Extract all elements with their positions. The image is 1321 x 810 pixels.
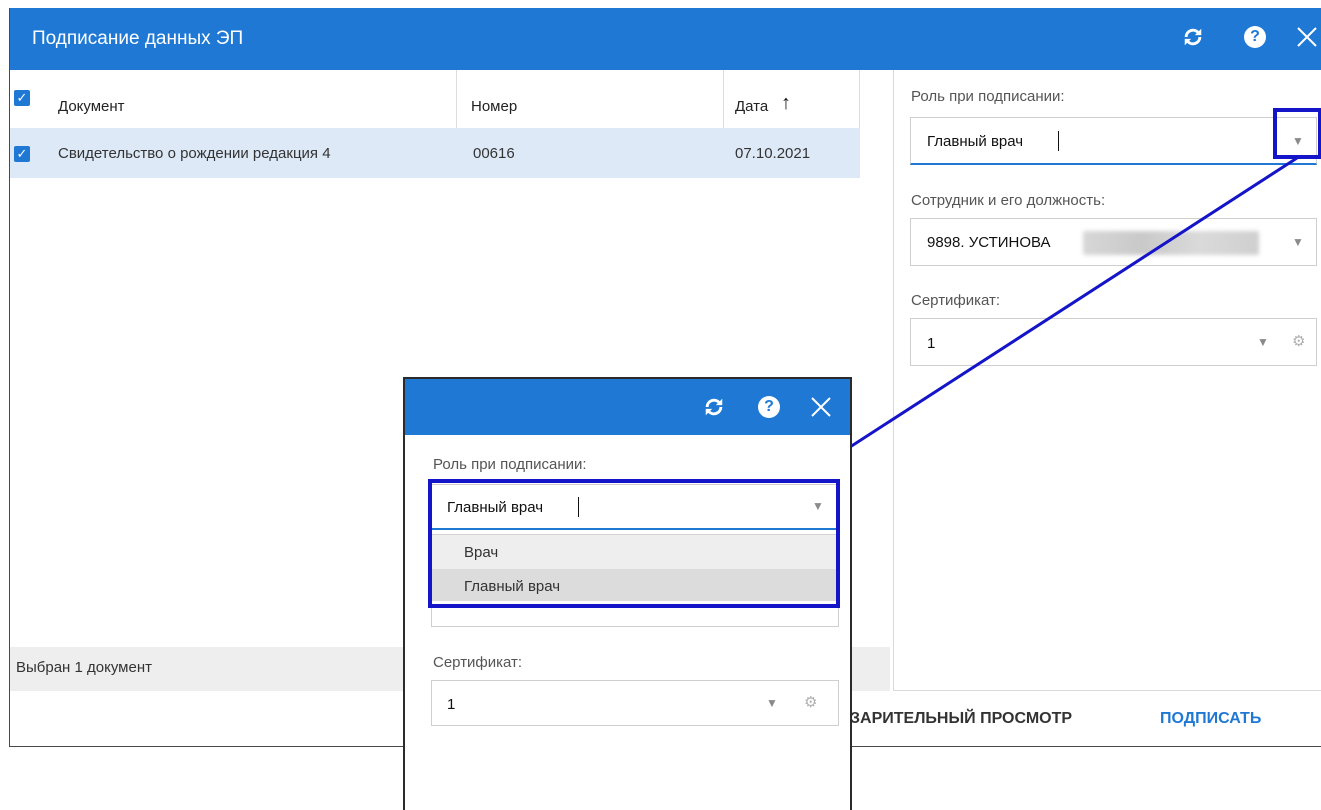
certificate-select[interactable]: 1 ▼ ⚙ <box>431 680 839 726</box>
refresh-icon[interactable] <box>703 396 725 423</box>
inset-title-bar: ? <box>405 379 850 435</box>
chevron-down-icon[interactable]: ▼ <box>766 696 778 710</box>
dropdown-highlight <box>428 479 840 608</box>
certificate-select-value: 1 <box>447 696 456 713</box>
certificate-label: Сертификат: <box>433 654 523 671</box>
help-icon[interactable]: ? <box>758 396 780 418</box>
role-label: Роль при подписании: <box>433 456 587 473</box>
gear-icon[interactable]: ⚙ <box>804 693 817 711</box>
close-icon[interactable] <box>810 396 832 423</box>
